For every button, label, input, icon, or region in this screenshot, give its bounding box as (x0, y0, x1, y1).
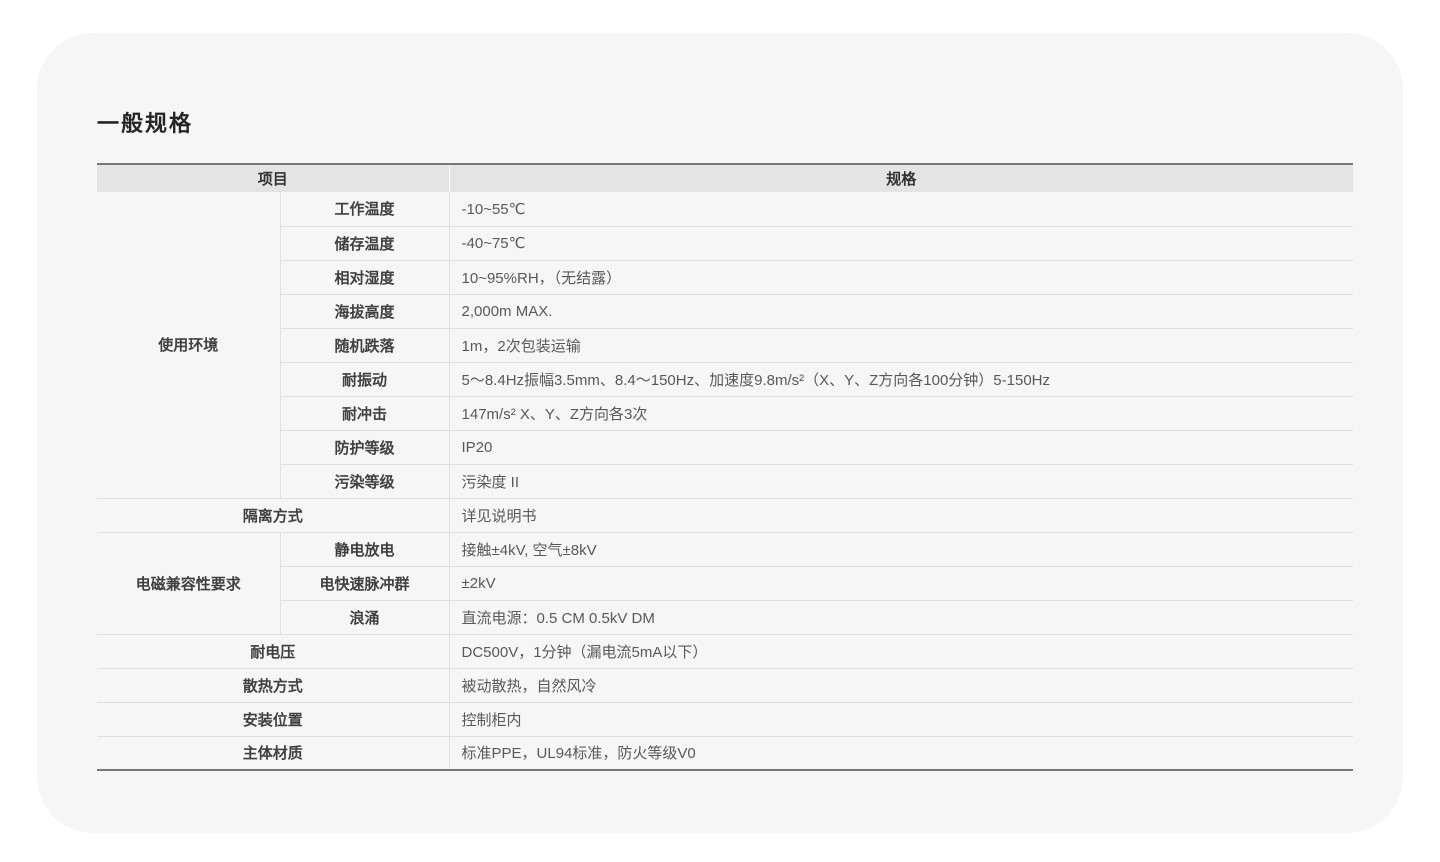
table-row: 浪涌 直流电源：0.5 CM 0.5kV DM (97, 600, 1353, 634)
spec-table: 项目 规格 使用环境 工作温度 -10~55℃ 储存温度 -40~75℃ 相对湿… (97, 163, 1353, 771)
table-row: 耐电压 DC500V，1分钟（漏电流5mA以下） (97, 634, 1353, 668)
table-row: 海拔高度 2,000m MAX. (97, 294, 1353, 328)
table-header-row: 项目 规格 (97, 164, 1353, 192)
page-title: 一般规格 (97, 111, 193, 137)
table-row: 耐冲击 147m/s² X、Y、Z方向各3次 (97, 396, 1353, 430)
group-cell-emc: 电磁兼容性要求 (97, 532, 280, 634)
value-cell: 被动散热，自然风冷 (449, 668, 1353, 702)
value-cell: 147m/s² X、Y、Z方向各3次 (449, 396, 1353, 430)
table-row: 储存温度 -40~75℃ (97, 226, 1353, 260)
table-row: 隔离方式 详见说明书 (97, 498, 1353, 532)
table-row: 安装位置 控制柜内 (97, 702, 1353, 736)
value-cell: -10~55℃ (449, 192, 1353, 226)
value-cell: DC500V，1分钟（漏电流5mA以下） (449, 634, 1353, 668)
value-cell: 10~95%RH，（无结露） (449, 260, 1353, 294)
column-header-spec: 规格 (449, 164, 1353, 192)
value-cell: 1m，2次包装运输 (449, 328, 1353, 362)
item-cell-material: 主体材质 (97, 736, 449, 770)
sub-item-cell: 海拔高度 (280, 294, 449, 328)
sub-item-cell: 耐冲击 (280, 396, 449, 430)
group-cell-environment: 使用环境 (97, 192, 280, 498)
sub-item-cell: 浪涌 (280, 600, 449, 634)
value-cell: IP20 (449, 430, 1353, 464)
value-cell: 污染度 II (449, 464, 1353, 498)
table-row: 电快速脉冲群 ±2kV (97, 566, 1353, 600)
value-cell: 5～8.4Hz振幅3.5mm、8.4～150Hz、加速度9.8m/s²（X、Y、… (449, 362, 1353, 396)
sub-item-cell: 工作温度 (280, 192, 449, 226)
value-cell: 接触±4kV, 空气±8kV (449, 532, 1353, 566)
value-cell: 详见说明书 (449, 498, 1353, 532)
column-header-item: 项目 (97, 164, 449, 192)
table-row: 相对湿度 10~95%RH，（无结露） (97, 260, 1353, 294)
item-cell-isolation: 隔离方式 (97, 498, 449, 532)
table-row: 耐振动 5～8.4Hz振幅3.5mm、8.4～150Hz、加速度9.8m/s²（… (97, 362, 1353, 396)
sub-item-cell: 电快速脉冲群 (280, 566, 449, 600)
item-cell-mounting: 安装位置 (97, 702, 449, 736)
sub-item-cell: 防护等级 (280, 430, 449, 464)
item-cell-cooling: 散热方式 (97, 668, 449, 702)
table-row: 使用环境 工作温度 -10~55℃ (97, 192, 1353, 226)
table-row: 随机跌落 1m，2次包装运输 (97, 328, 1353, 362)
table-row: 电磁兼容性要求 静电放电 接触±4kV, 空气±8kV (97, 532, 1353, 566)
value-cell: 标准PPE，UL94标准，防火等级V0 (449, 736, 1353, 770)
table-row: 散热方式 被动散热，自然风冷 (97, 668, 1353, 702)
table-row: 主体材质 标准PPE，UL94标准，防火等级V0 (97, 736, 1353, 770)
value-cell: -40~75℃ (449, 226, 1353, 260)
sub-item-cell: 静电放电 (280, 532, 449, 566)
sub-item-cell: 耐振动 (280, 362, 449, 396)
table-row: 防护等级 IP20 (97, 430, 1353, 464)
item-cell-withstand-voltage: 耐电压 (97, 634, 449, 668)
spec-card: 一般规格 项目 规格 使用环境 工作温度 -10~55℃ 储存温度 -40~75… (37, 33, 1403, 833)
sub-item-cell: 储存温度 (280, 226, 449, 260)
value-cell: 直流电源：0.5 CM 0.5kV DM (449, 600, 1353, 634)
value-cell: 控制柜内 (449, 702, 1353, 736)
sub-item-cell: 相对湿度 (280, 260, 449, 294)
sub-item-cell: 污染等级 (280, 464, 449, 498)
sub-item-cell: 随机跌落 (280, 328, 449, 362)
value-cell: ±2kV (449, 566, 1353, 600)
table-row: 污染等级 污染度 II (97, 464, 1353, 498)
value-cell: 2,000m MAX. (449, 294, 1353, 328)
